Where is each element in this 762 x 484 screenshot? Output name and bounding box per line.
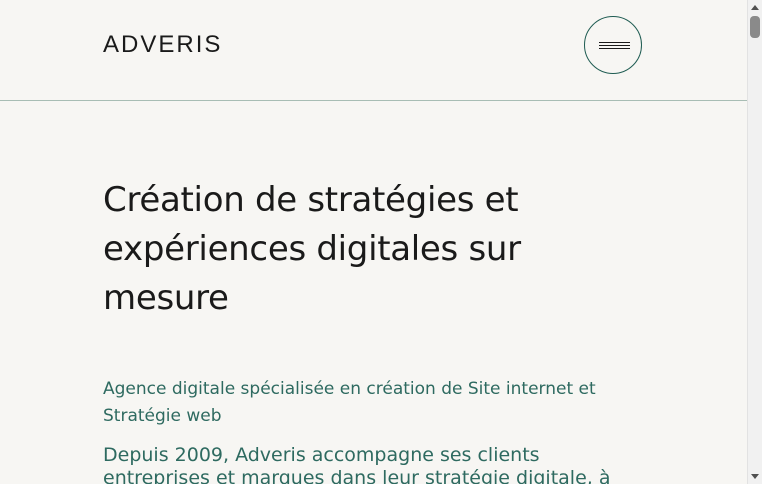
hero-body-text: Depuis 2009, Adveris accompagne ses clie… [103, 444, 611, 484]
hero-title: Création de stratégies et expériences di… [103, 180, 521, 318]
logo[interactable]: ADVERIS [103, 31, 222, 59]
hero-subtitle: Agence digitale spécialisée en création … [103, 379, 596, 426]
hamburger-menu-icon [599, 42, 630, 51]
scrollbar-thumb[interactable] [750, 16, 760, 38]
menu-button[interactable] [584, 16, 642, 74]
vertical-scrollbar[interactable] [747, 0, 762, 484]
scroll-down-arrow-icon[interactable] [751, 474, 759, 479]
site-header: ADVERIS [0, 0, 747, 101]
scroll-up-arrow-icon[interactable] [751, 5, 759, 10]
page: ADVERIS Création de stratégies et expéri… [0, 0, 747, 484]
